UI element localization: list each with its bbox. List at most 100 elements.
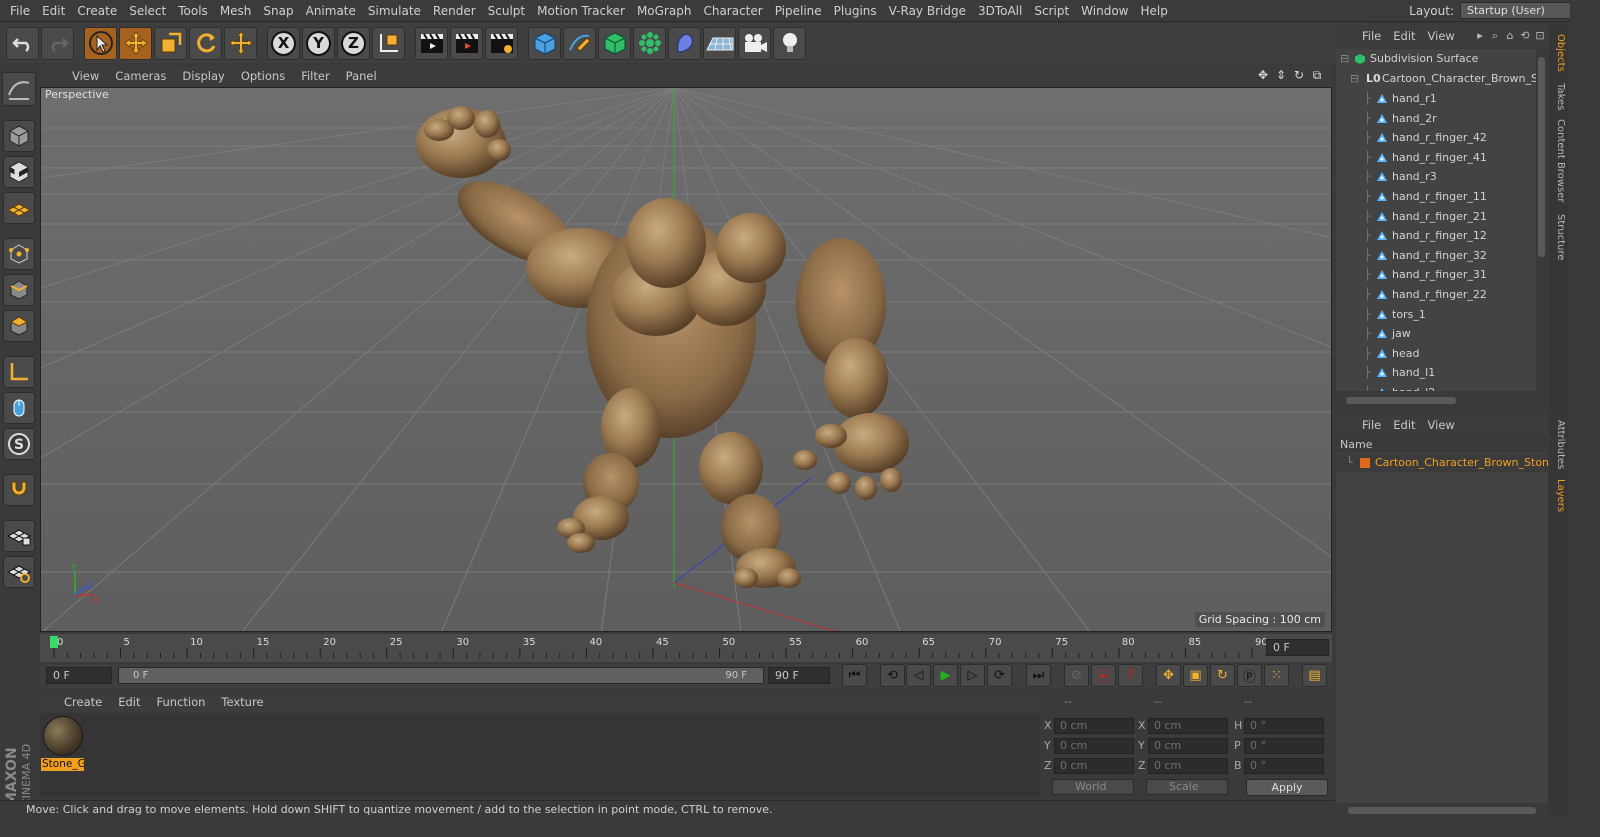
collapse-toggle-icon[interactable]: ⊟ <box>1340 49 1349 68</box>
camera-button[interactable] <box>738 26 771 60</box>
viewport-menu-options[interactable]: Options <box>233 69 293 83</box>
menu-character[interactable]: Character <box>697 4 768 18</box>
collapse-toggle-icon[interactable]: ⊟ <box>1350 69 1359 88</box>
viewport-menu-view[interactable]: View <box>64 69 107 83</box>
material-name[interactable]: Stone_G <box>41 758 84 771</box>
material-menu-create[interactable]: Create <box>56 695 110 709</box>
object-manager-hscroll[interactable] <box>1336 395 1536 406</box>
menu-motion-tracker[interactable]: Motion Tracker <box>531 4 631 18</box>
axis-mode-button[interactable] <box>3 356 35 388</box>
timeline-ruler[interactable]: 0 5 10 15 20 25 30 35 40 45 50 55 60 65 70 75 80 85 90 0 F <box>40 634 1332 662</box>
tab-attributes[interactable]: Attributes <box>1549 417 1569 473</box>
timeline-window-button[interactable]: ▤ <box>1302 664 1327 687</box>
layers-menu-file[interactable]: File <box>1356 418 1387 432</box>
play-button[interactable]: ▶ <box>933 664 958 687</box>
menu-snap[interactable]: Snap <box>257 4 299 18</box>
menu-script[interactable]: Script <box>1028 4 1075 18</box>
maximize-view-icon[interactable]: ⧉ <box>1310 68 1324 82</box>
back-icon[interactable]: ⟲ <box>1519 29 1531 42</box>
prev-frame-button[interactable]: ◁ <box>906 664 931 687</box>
prev-key-button[interactable]: ⟲ <box>880 664 905 687</box>
y-axis-lock-button[interactable]: Y <box>302 26 335 60</box>
move-tool-button[interactable] <box>119 26 152 60</box>
z-axis-lock-button[interactable]: Z <box>337 26 370 60</box>
menu-window[interactable]: Window <box>1075 4 1134 18</box>
edges-mode-button[interactable] <box>3 274 35 306</box>
floor-button[interactable] <box>703 26 736 60</box>
preview-range-slider[interactable]: 0 F 90 F <box>118 667 764 684</box>
object-menu-view[interactable]: View <box>1422 29 1461 43</box>
material-preview[interactable] <box>43 716 83 756</box>
material-menu-function[interactable]: Function <box>149 695 214 709</box>
scale-tool-button[interactable] <box>154 26 187 60</box>
tree-row-object[interactable]: ├ hand_l1 <box>1336 363 1536 382</box>
coordinate-system-button[interactable] <box>372 26 405 60</box>
key-pla-button[interactable]: ⁙ <box>1264 664 1289 687</box>
tree-row-object[interactable]: ├ hand_r1 <box>1336 89 1536 108</box>
deformer-button[interactable] <box>668 26 701 60</box>
playhead-marker[interactable] <box>50 636 58 648</box>
render-view-button[interactable] <box>415 26 448 60</box>
render-settings-button[interactable] <box>485 26 518 60</box>
texture-mode-button[interactable] <box>3 156 35 188</box>
tree-row-object[interactable]: ├ hand_r_finger_21 <box>1336 207 1536 226</box>
viewport-menu-filter[interactable]: Filter <box>293 69 337 83</box>
viewport-menu-cameras[interactable]: Cameras <box>107 69 174 83</box>
perspective-viewport[interactable]: Y Z X Perspective Grid Spacing : 100 cm <box>40 87 1332 632</box>
layer-color-swatch[interactable] <box>1360 458 1370 468</box>
new-window-icon[interactable]: ⊡ <box>1534 29 1546 42</box>
workplane-mode-button[interactable] <box>3 192 35 224</box>
points-mode-button[interactable] <box>3 238 35 270</box>
home-icon[interactable]: ⌂ <box>1504 29 1516 42</box>
autokey-button[interactable]: ⦿ <box>1091 664 1116 687</box>
tree-row-object[interactable]: ├ hand_r_finger_32 <box>1336 246 1536 265</box>
next-key-button[interactable]: ⟳ <box>987 664 1012 687</box>
tab-objects[interactable]: Objects <box>1549 29 1569 77</box>
layout-dropdown[interactable]: Startup (User) <box>1460 2 1588 19</box>
tree-row-object[interactable]: ├ tors_1 <box>1336 305 1536 324</box>
tab-takes[interactable]: Takes <box>1549 81 1569 113</box>
menu-render[interactable]: Render <box>427 4 482 18</box>
record-keys-button[interactable]: ⊘ <box>1064 664 1089 687</box>
cube-primitive-button[interactable] <box>528 26 561 60</box>
menu-animate[interactable]: Animate <box>300 4 362 18</box>
lock-workplane-button[interactable] <box>3 520 35 552</box>
menu-select[interactable]: Select <box>123 4 172 18</box>
menu-mesh[interactable]: Mesh <box>214 4 258 18</box>
size-field[interactable]: 0 cm <box>1148 718 1228 734</box>
redo-button[interactable] <box>41 26 74 60</box>
size-field[interactable]: 0 cm <box>1148 758 1228 774</box>
coordinate-mode-dropdown[interactable]: Scale <box>1146 779 1228 795</box>
tree-row-object[interactable]: ├ head <box>1336 344 1536 363</box>
search-icon[interactable]: ⌕ <box>1489 29 1501 42</box>
coordinate-space-dropdown[interactable]: World <box>1052 779 1134 795</box>
pan-icon[interactable]: ✥ <box>1256 68 1270 82</box>
layer-row[interactable]: └ Cartoon_Character_Brown_Stone_ <box>1336 454 1548 472</box>
polygons-mode-button[interactable] <box>3 310 35 342</box>
tree-row-object[interactable]: ├ hand_r_finger_22 <box>1336 285 1536 304</box>
rotation-field[interactable]: 0 ° <box>1244 758 1324 774</box>
end-frame-field[interactable]: 90 F <box>768 667 830 684</box>
spline-pen-button[interactable] <box>563 26 596 60</box>
goto-start-button[interactable]: ⏮ <box>842 664 867 687</box>
layers-menu-edit[interactable]: Edit <box>1387 418 1421 432</box>
tab-content-browser[interactable]: Content Browser <box>1549 117 1569 205</box>
key-rotation-button[interactable]: ↻ <box>1210 664 1235 687</box>
menu-help[interactable]: Help <box>1134 4 1173 18</box>
material-menu-texture[interactable]: Texture <box>213 695 271 709</box>
cloner-button[interactable] <box>633 26 666 60</box>
light-button[interactable] <box>773 26 806 60</box>
menu-tools[interactable]: Tools <box>172 4 214 18</box>
undo-button[interactable] <box>6 26 39 60</box>
tree-row-object[interactable]: ├ hand_r_finger_42 <box>1336 128 1536 147</box>
position-field[interactable]: 0 cm <box>1054 738 1134 754</box>
tree-row-object[interactable]: ├ hand_r_finger_41 <box>1336 148 1536 167</box>
subdivision-surface-button[interactable] <box>598 26 631 60</box>
rotate-tool-button[interactable] <box>189 26 222 60</box>
x-axis-lock-button[interactable]: X <box>267 26 300 60</box>
planar-workplane-button[interactable] <box>3 556 35 588</box>
menu-file[interactable]: File <box>4 4 36 18</box>
position-field[interactable]: 0 cm <box>1054 718 1134 734</box>
tree-row-object[interactable]: ├ hand_2r <box>1336 109 1536 128</box>
position-field[interactable]: 0 cm <box>1054 758 1134 774</box>
